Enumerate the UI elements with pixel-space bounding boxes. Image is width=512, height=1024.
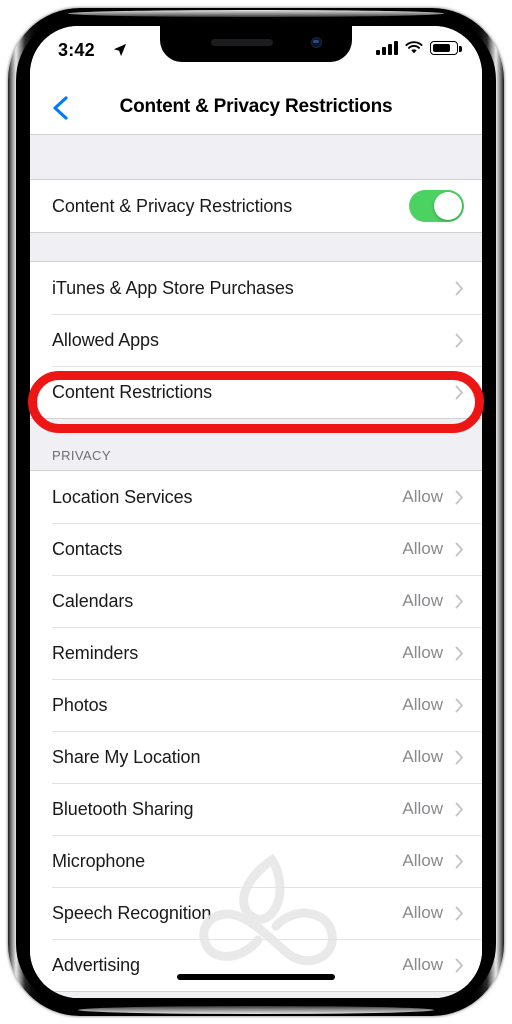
navigation-bar: Content & Privacy Restrictions: [30, 84, 482, 135]
row-value: Allow: [402, 799, 443, 818]
row-photos[interactable]: Photos Allow: [30, 679, 482, 731]
cellular-signal-icon: [376, 41, 398, 55]
status-bar-indicators: [376, 41, 462, 55]
row-label: Photos: [52, 694, 108, 715]
privacy-group: Location Services Allow Contacts Allow C…: [30, 470, 482, 992]
row-label: Microphone: [52, 850, 146, 871]
row-label: Content & Privacy Restrictions: [52, 195, 293, 216]
row-accessory: Allow: [402, 799, 464, 819]
row-label: Speech Recognition: [52, 902, 212, 923]
front-camera-icon: [311, 37, 322, 48]
row-value: Allow: [402, 747, 443, 766]
row-value: Allow: [402, 487, 443, 506]
content-privacy-restrictions-switch[interactable]: [409, 190, 464, 222]
row-accessory: Allow: [402, 591, 464, 611]
row-value: Allow: [402, 591, 443, 610]
chevron-right-icon: [455, 750, 463, 764]
row-label: Advertising: [52, 954, 140, 975]
row-accessory: Allow: [402, 903, 464, 923]
row-accessory: Allow: [402, 643, 464, 663]
chevron-right-icon: [455, 906, 463, 920]
status-bar-time: 3:42: [58, 40, 95, 60]
row-label: iTunes & App Store Purchases: [52, 277, 294, 298]
chevron-right-icon: [455, 385, 463, 399]
settings-list: Content & Privacy Restrictions iTunes & …: [30, 135, 482, 998]
phone-screen: 3:42 Content & Privacy Restrictions Cont…: [30, 26, 482, 998]
chevron-right-icon: [455, 958, 463, 972]
row-accessory: [455, 333, 464, 348]
row-content-privacy-restrictions-toggle[interactable]: Content & Privacy Restrictions: [30, 180, 482, 232]
home-indicator-bar: [177, 974, 335, 980]
row-advertising[interactable]: Advertising Allow: [30, 939, 482, 991]
row-accessory: Allow: [402, 539, 464, 559]
frame-bottom-highlight: [78, 1006, 434, 1014]
battery-icon: [430, 41, 462, 55]
row-value: Allow: [402, 851, 443, 870]
row-accessory: Allow: [402, 487, 464, 507]
chevron-right-icon: [455, 646, 463, 660]
row-itunes-app-store-purchases[interactable]: iTunes & App Store Purchases: [30, 262, 482, 314]
row-label: Content Restrictions: [52, 381, 213, 402]
row-accessory: Allow: [402, 695, 464, 715]
row-label: Location Services: [52, 486, 193, 507]
master-toggle-group: Content & Privacy Restrictions: [30, 179, 482, 233]
row-speech-recognition[interactable]: Speech Recognition Allow: [30, 887, 482, 939]
switch-knob: [434, 192, 462, 220]
row-accessory: Allow: [402, 747, 464, 767]
row-label: Contacts: [52, 538, 123, 559]
section-gap: [30, 233, 482, 261]
row-label: Reminders: [52, 642, 139, 663]
row-calendars[interactable]: Calendars Allow: [30, 575, 482, 627]
row-value: Allow: [402, 695, 443, 714]
notch: [160, 26, 352, 62]
row-location-services[interactable]: Location Services Allow: [30, 471, 482, 523]
row-label: Allowed Apps: [52, 329, 159, 350]
row-microphone[interactable]: Microphone Allow: [30, 835, 482, 887]
chevron-right-icon: [455, 490, 463, 504]
privacy-section-header: PRIVACY: [30, 419, 482, 470]
page-title: Content & Privacy Restrictions: [119, 96, 393, 117]
row-accessory: Allow: [402, 955, 464, 975]
chevron-right-icon: [455, 281, 463, 295]
chevron-right-icon: [455, 542, 463, 556]
row-value: Allow: [402, 903, 443, 922]
row-accessory: [455, 385, 464, 400]
earpiece-speaker-icon: [211, 39, 273, 46]
row-contacts[interactable]: Contacts Allow: [30, 523, 482, 575]
row-allowed-apps[interactable]: Allowed Apps: [30, 314, 482, 366]
location-arrow-icon: [113, 43, 127, 57]
restrictions-group: iTunes & App Store Purchases Allowed App…: [30, 261, 482, 419]
row-accessory: Allow: [402, 851, 464, 871]
chevron-right-icon: [455, 854, 463, 868]
chevron-right-icon: [455, 594, 463, 608]
row-value: Allow: [402, 643, 443, 662]
chevron-right-icon: [455, 333, 463, 347]
row-content-restrictions[interactable]: Content Restrictions: [30, 366, 482, 418]
chevron-right-icon: [455, 802, 463, 816]
row-label: Bluetooth Sharing: [52, 798, 194, 819]
status-bar: 3:42: [30, 26, 482, 84]
wifi-icon: [405, 41, 423, 54]
row-value: Allow: [402, 539, 443, 558]
chevron-right-icon: [455, 698, 463, 712]
row-label: Share My Location: [52, 746, 201, 767]
row-value: Allow: [402, 955, 443, 974]
row-reminders[interactable]: Reminders Allow: [30, 627, 482, 679]
row-label: Calendars: [52, 590, 134, 611]
row-bluetooth-sharing[interactable]: Bluetooth Sharing Allow: [30, 783, 482, 835]
frame-top-highlight: [68, 10, 444, 17]
section-gap: [30, 135, 482, 179]
row-accessory: [455, 281, 464, 296]
row-share-my-location[interactable]: Share My Location Allow: [30, 731, 482, 783]
